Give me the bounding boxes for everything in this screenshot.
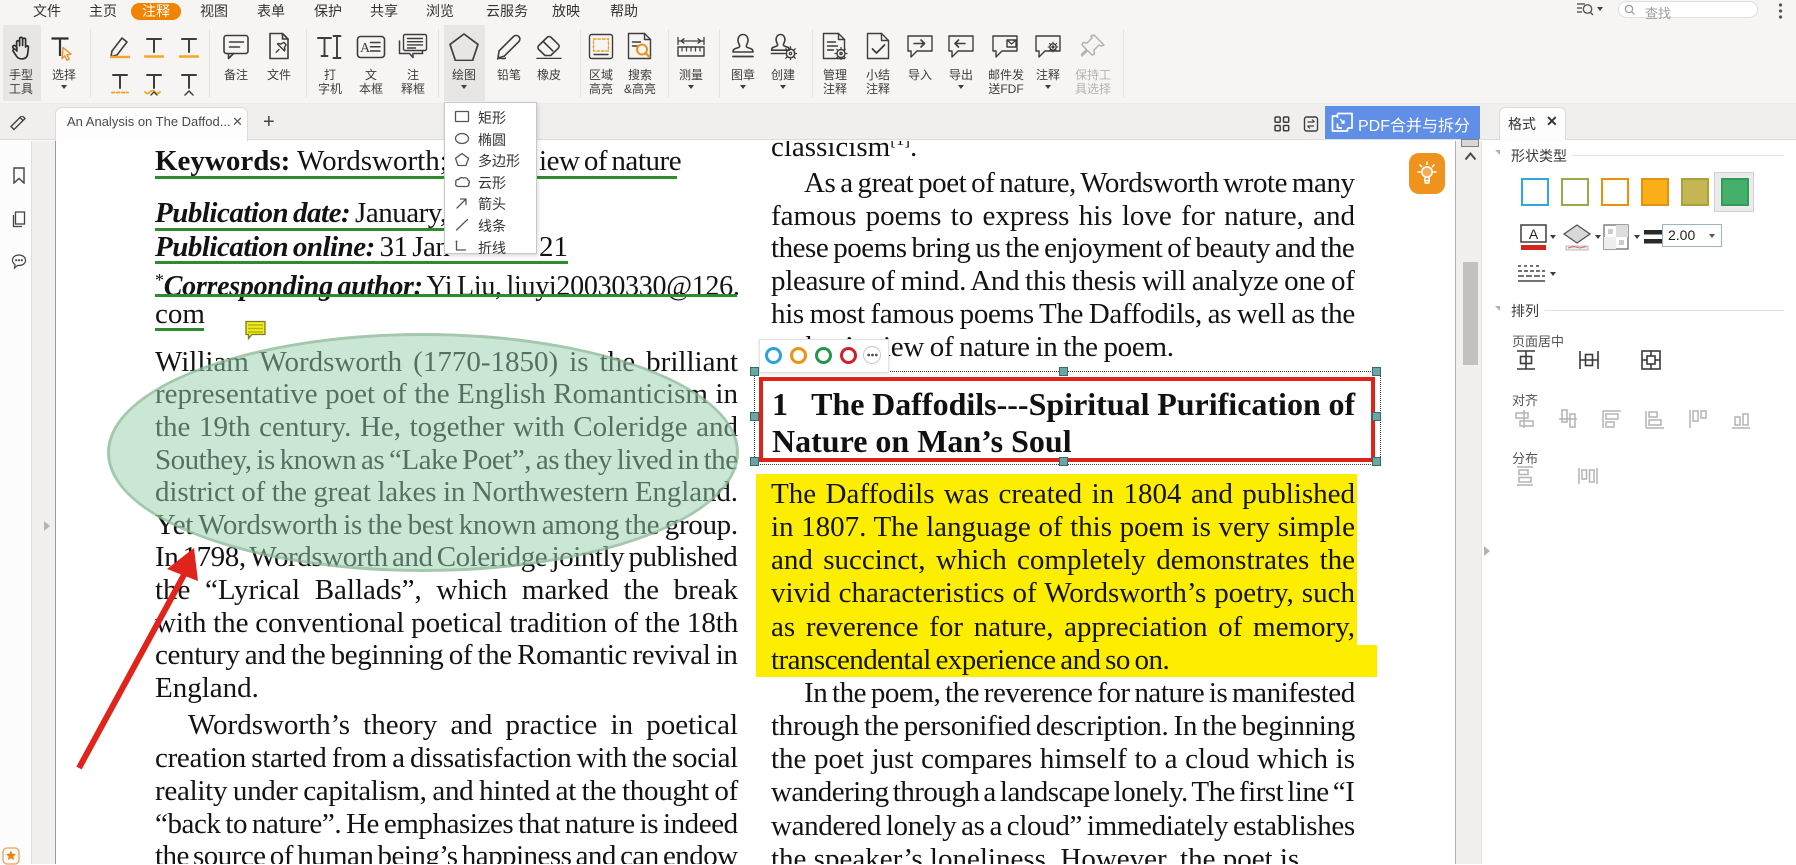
- svg-text:A: A: [1529, 226, 1539, 242]
- svg-text:A: A: [360, 41, 371, 56]
